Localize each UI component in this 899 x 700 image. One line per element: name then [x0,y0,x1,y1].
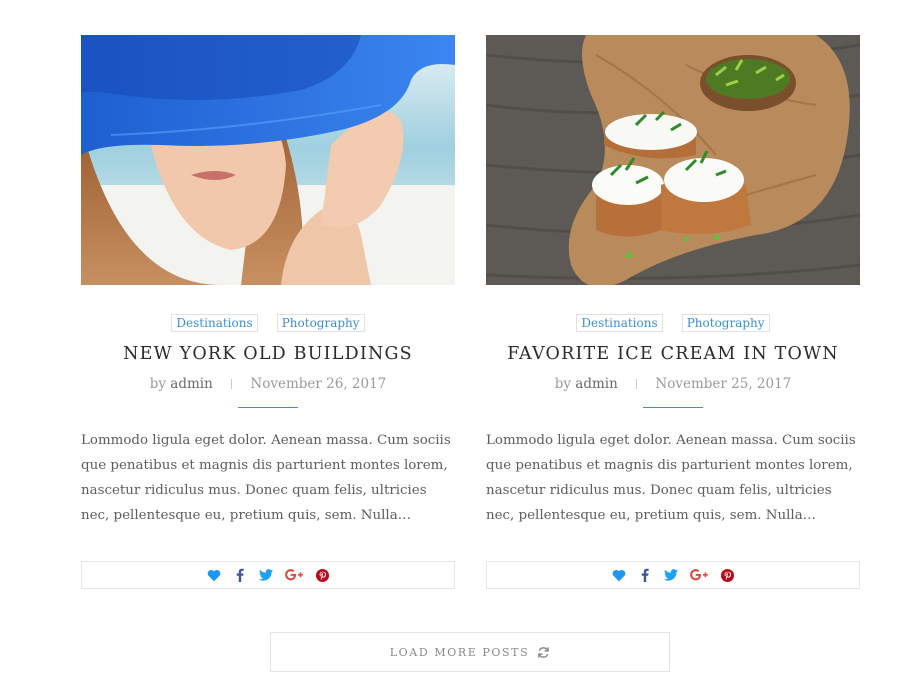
post-date: November 26, 2017 [250,376,387,392]
google-plus-icon[interactable] [690,568,708,582]
pinterest-icon[interactable] [720,568,734,582]
post-card: Destinations Photography NEW YORK OLD BU… [81,35,455,589]
twitter-icon[interactable] [664,568,678,582]
facebook-icon[interactable] [233,568,247,582]
share-bar [486,561,860,589]
byline-prefix: by [149,376,166,392]
post-card: Destinations Photography FAVORITE ICE CR… [486,35,860,589]
post-title[interactable]: NEW YORK OLD BUILDINGS [81,342,455,366]
category-link[interactable]: Destinations [171,314,258,332]
post-meta: by admin November 26, 2017 [81,375,455,393]
post-categories: Destinations Photography [81,312,455,332]
meta-divider [636,379,638,389]
title-underline [238,407,298,408]
category-link[interactable]: Photography [276,314,365,332]
post-thumbnail[interactable] [81,35,455,285]
author-link[interactable]: admin [170,376,213,392]
refresh-icon [537,646,550,659]
heart-icon[interactable] [207,568,221,582]
post-title[interactable]: FAVORITE ICE CREAM IN TOWN [486,342,860,366]
load-more-button[interactable]: LOAD MORE POSTS [270,632,670,672]
post-thumbnail[interactable] [486,35,860,285]
google-plus-icon[interactable] [285,568,303,582]
post-meta: by admin November 25, 2017 [486,375,860,393]
author-link[interactable]: admin [575,376,618,392]
category-link[interactable]: Destinations [576,314,663,332]
category-link[interactable]: Photography [681,314,770,332]
post-date: November 25, 2017 [655,376,792,392]
title-underline [643,407,703,408]
woman-hat-image [81,35,455,285]
post-categories: Destinations Photography [486,312,860,332]
facebook-icon[interactable] [638,568,652,582]
post-excerpt: Lommodo ligula eget dolor. Aenean massa.… [486,433,856,523]
heart-icon[interactable] [612,568,626,582]
byline-prefix: by [554,376,571,392]
load-more-label: LOAD MORE POSTS [389,645,530,659]
twitter-icon[interactable] [259,568,273,582]
share-bar [81,561,455,589]
bruschetta-image [486,35,860,285]
pinterest-icon[interactable] [315,568,329,582]
meta-divider [231,379,233,389]
post-excerpt: Lommodo ligula eget dolor. Aenean massa.… [81,433,451,523]
